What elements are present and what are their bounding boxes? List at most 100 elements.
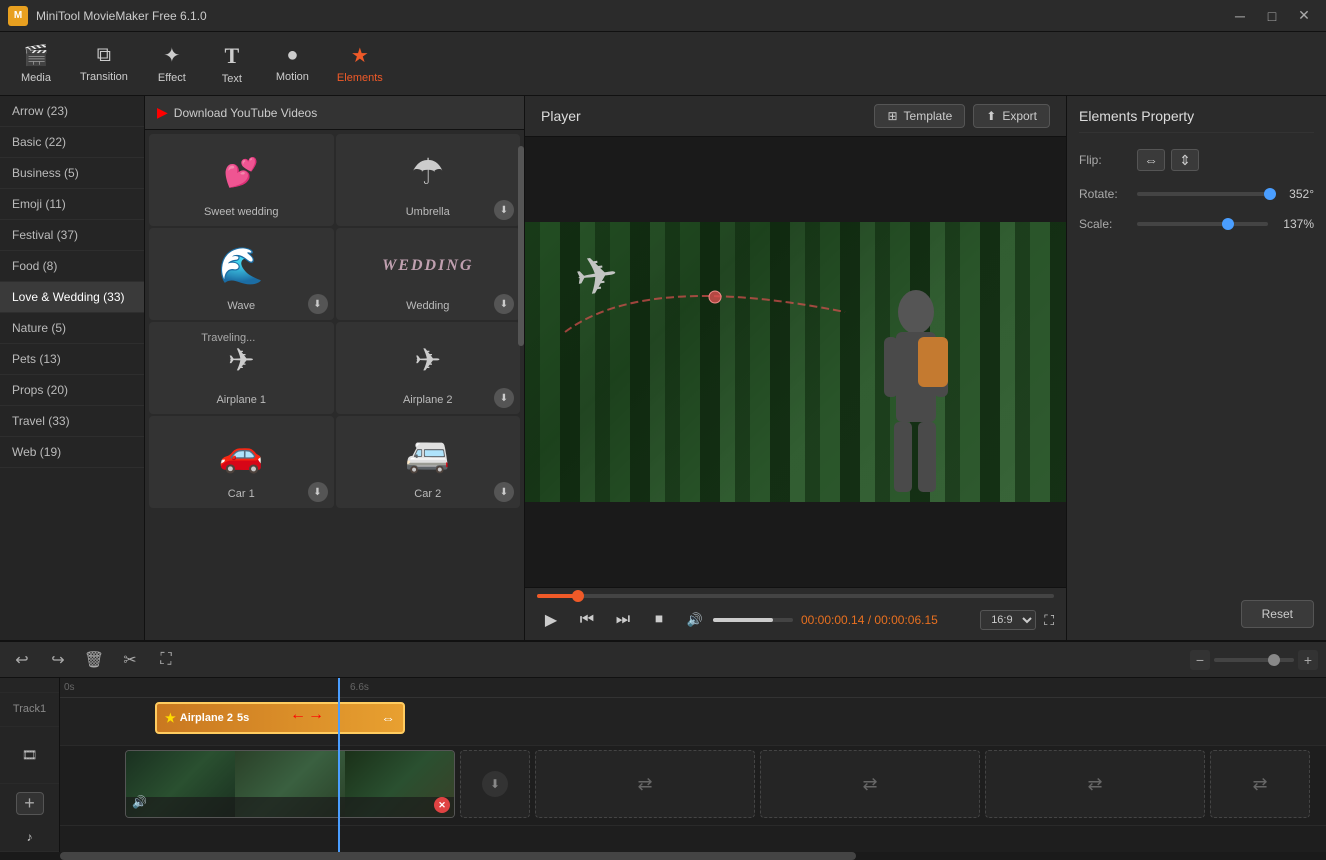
element-wave[interactable]: 🌊 Wave ⬇: [149, 228, 334, 320]
tool-effect[interactable]: ✦ Effect: [144, 37, 200, 90]
download-bar[interactable]: ▶ Download YouTube Videos: [145, 96, 524, 130]
category-travel[interactable]: Travel (33): [0, 406, 144, 437]
undo-button[interactable]: ↩: [8, 646, 36, 674]
airplane1-label: Airplane 1: [216, 394, 266, 406]
stop-button[interactable]: ⏹: [645, 606, 673, 634]
timeline-scrollbar[interactable]: [0, 852, 1326, 860]
car2-download-icon[interactable]: ⬇: [494, 482, 514, 502]
airplane2-download-icon[interactable]: ⬇: [494, 388, 514, 408]
rotate-slider[interactable]: [1137, 192, 1268, 196]
tool-transition[interactable]: ⧉ Transition: [68, 38, 140, 89]
sweet-wedding-label: Sweet wedding: [204, 206, 279, 218]
crop-button[interactable]: ⛶: [152, 646, 180, 674]
tool-text[interactable]: T Text: [204, 37, 260, 91]
tool-motion[interactable]: ● Motion: [264, 38, 321, 89]
category-basic[interactable]: Basic (22): [0, 127, 144, 158]
scale-slider[interactable]: [1137, 222, 1268, 226]
zoom-area: − +: [1190, 650, 1318, 670]
video-frame: ✈: [525, 222, 1066, 502]
wave-preview: 🌊: [201, 236, 281, 296]
close-button[interactable]: ✕: [1290, 5, 1318, 27]
play-button[interactable]: ▶: [537, 606, 565, 634]
element-car2[interactable]: 🚐 Car 2 ⬇: [336, 416, 521, 508]
redo-button[interactable]: ↪: [44, 646, 72, 674]
minimize-button[interactable]: ─: [1226, 5, 1254, 27]
flip-horizontal-button[interactable]: ⇔: [1137, 149, 1165, 171]
property-spacer: [1079, 247, 1314, 584]
prev-button[interactable]: ⏮: [573, 606, 601, 634]
volume-bar[interactable]: [713, 618, 793, 622]
flip-vertical-button[interactable]: ⇕: [1171, 149, 1199, 171]
umbrella-download-icon[interactable]: ⬇: [494, 200, 514, 220]
export-button[interactable]: ⬆ Export: [973, 104, 1050, 128]
umbrella-preview: ☂: [388, 142, 468, 202]
time-ruler: 0s 6.6s: [60, 678, 1326, 698]
wave-download-icon[interactable]: ⬇: [308, 294, 328, 314]
effect-label: Effect: [158, 72, 186, 84]
tool-media[interactable]: 🎬 Media: [8, 37, 64, 90]
export-label: Export: [1002, 109, 1037, 123]
playhead[interactable]: [338, 678, 340, 852]
tool-elements[interactable]: ★ Elements: [325, 37, 395, 90]
element-sweet-wedding[interactable]: 💕 Sweet wedding: [149, 134, 334, 226]
zoom-in-button[interactable]: +: [1298, 650, 1318, 670]
category-web[interactable]: Web (19): [0, 437, 144, 468]
car1-download-icon[interactable]: ⬇: [308, 482, 328, 502]
category-pets[interactable]: Pets (13): [0, 344, 144, 375]
video-background: ✈: [525, 222, 1066, 502]
panel-scrollbar[interactable]: [518, 146, 524, 346]
category-nature[interactable]: Nature (5): [0, 313, 144, 344]
cut-button[interactable]: ✂: [116, 646, 144, 674]
rotate-value: 352°: [1274, 187, 1314, 201]
car1-label: Car 1: [228, 488, 255, 500]
progress-bar[interactable]: [537, 594, 1054, 598]
next-button[interactable]: ⏭: [609, 606, 637, 634]
categories-panel: Arrow (23) Basic (22) Business (5) Emoji…: [0, 96, 145, 640]
wave-label: Wave: [227, 300, 255, 312]
aspect-ratio-select[interactable]: 16:9 4:3 1:1: [980, 610, 1036, 630]
timeline-content: Track1 🎞 + ♪ 0s 6.6s ← →: [0, 678, 1326, 852]
rotate-label: Rotate:: [1079, 187, 1129, 201]
rotate-control: 352°: [1137, 187, 1314, 201]
maximize-button[interactable]: □: [1258, 5, 1286, 27]
element-airplane1[interactable]: Traveling... ✈ Airplane 1: [149, 322, 334, 414]
add-track-button[interactable]: +: [16, 792, 44, 815]
audio-indicator: 🔊: [132, 795, 147, 809]
element-airplane2[interactable]: ✈ Airplane 2 ⬇: [336, 322, 521, 414]
right-trim-arrow: →: [308, 706, 324, 724]
mute-badge[interactable]: ✕: [434, 797, 450, 813]
timeline-tracks[interactable]: 0s 6.6s ← → ★ Airplane 2 5s ⇔: [60, 678, 1326, 852]
main-area: Arrow (23) Basic (22) Business (5) Emoji…: [0, 96, 1326, 640]
clip-name: Airplane 2: [180, 712, 233, 724]
category-props[interactable]: Props (20): [0, 375, 144, 406]
video-clip[interactable]: 🔊 ✕: [125, 750, 455, 818]
zoom-out-button[interactable]: −: [1190, 650, 1210, 670]
scale-control: 137%: [1137, 217, 1314, 231]
category-festival[interactable]: Festival (37): [0, 220, 144, 251]
category-business[interactable]: Business (5): [0, 158, 144, 189]
time-display: 00:00:00.14 / 00:00:06.15: [801, 613, 972, 627]
element-car1[interactable]: 🚗 Car 1 ⬇: [149, 416, 334, 508]
category-lovewedding[interactable]: Love & Wedding (33): [0, 282, 144, 313]
element-wedding[interactable]: WEDDING Wedding ⬇: [336, 228, 521, 320]
volume-button[interactable]: 🔊: [681, 606, 709, 634]
video-container: ✈: [525, 137, 1066, 587]
transition-cell-1[interactable]: ⬇: [460, 750, 530, 818]
template-button[interactable]: ⊞ Template: [874, 104, 965, 128]
effect-icon: ✦: [164, 43, 181, 68]
reset-button[interactable]: Reset: [1241, 600, 1314, 628]
wedding-download-icon[interactable]: ⬇: [494, 294, 514, 314]
elements-icon: ★: [351, 43, 369, 68]
motion-icon: ●: [286, 44, 298, 67]
zoom-slider[interactable]: [1214, 658, 1294, 662]
category-emoji[interactable]: Emoji (11): [0, 189, 144, 220]
category-food[interactable]: Food (8): [0, 251, 144, 282]
delete-button[interactable]: 🗑: [80, 646, 108, 674]
transition-arrow-4: ⇄: [1087, 774, 1102, 795]
video-track-icon: 🎞: [22, 748, 37, 762]
category-arrow[interactable]: Arrow (23): [0, 96, 144, 127]
fullscreen-button[interactable]: ⛶: [1044, 612, 1054, 629]
element-umbrella[interactable]: ☂ Umbrella ⬇: [336, 134, 521, 226]
rotate-property: Rotate: 352°: [1079, 187, 1314, 201]
elements-clip[interactable]: ★ Airplane 2 5s ⇔: [155, 702, 405, 734]
